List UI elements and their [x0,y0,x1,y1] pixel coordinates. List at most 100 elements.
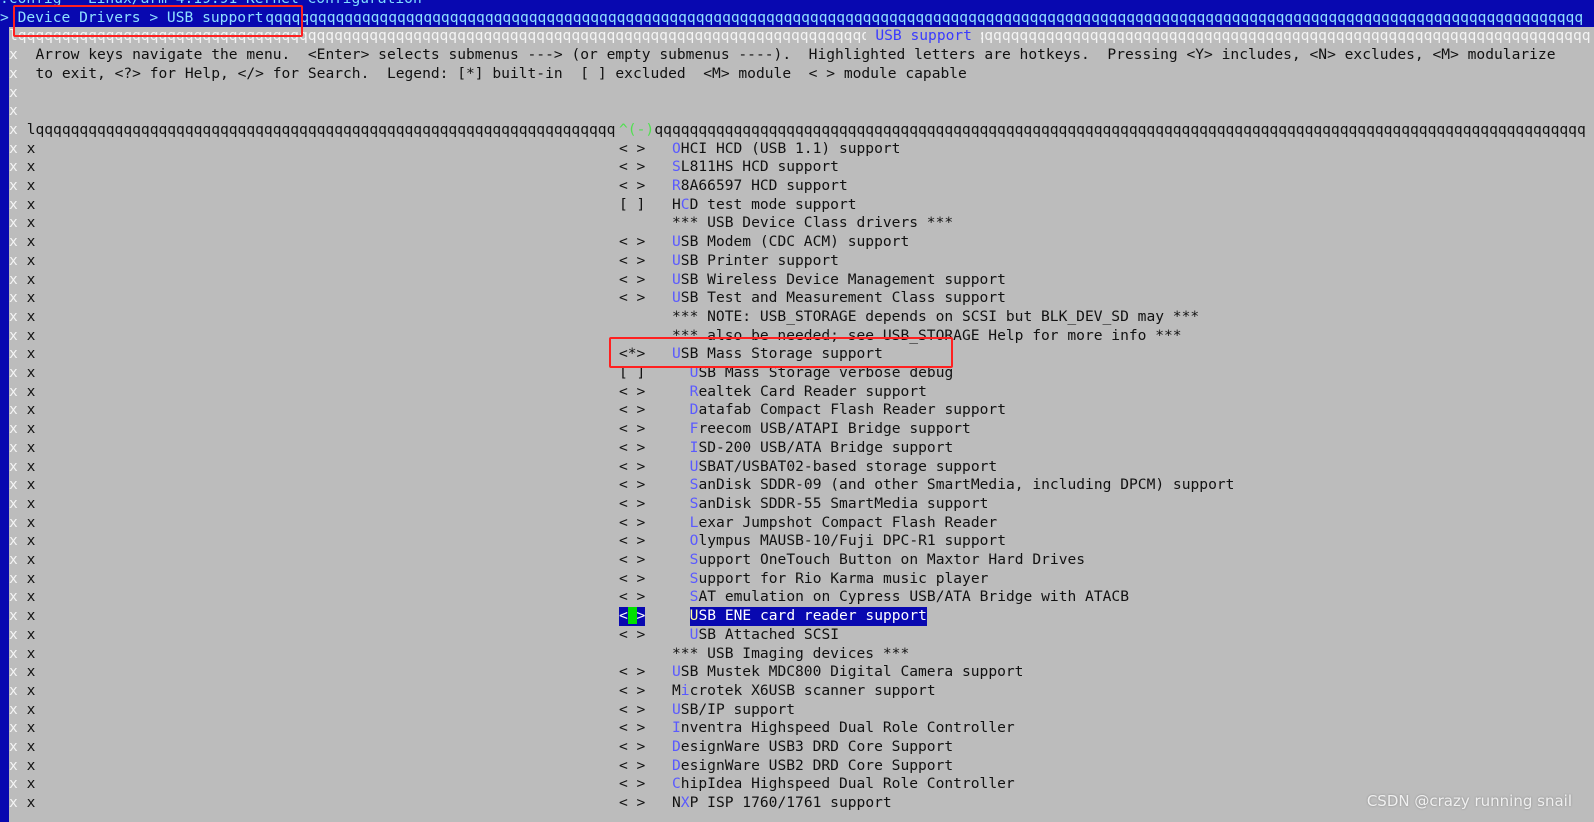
menu-item[interactable]: x x < > Lexar Jumpshot Compact Flash Reader [0,514,1594,533]
menu-item[interactable]: x x < > Support OneTouch Button on Maxtor H… [0,551,1594,570]
menu-item[interactable]: x x < > R8A66597 HCD support [0,177,1594,196]
item-label[interactable]: USB Mass Storage verbose debug [690,364,954,383]
item-label[interactable]: SAT emulation on Cypress USB/ATA Bridge … [690,588,1129,607]
menu-item[interactable]: x x < > USB Attached SCSI [0,626,1594,645]
item-label[interactable]: Inventra Highspeed Dual Role Controller [672,719,1015,738]
menu-item[interactable]: x x < > USB Printer support [0,252,1594,271]
item-label[interactable]: Microtek X6USB scanner support [672,682,936,701]
item-prompt[interactable]: < > [619,757,645,776]
item-prompt[interactable]: < > [619,701,645,720]
menu-item[interactable]: x x < > OHCI HCD (USB 1.1) support [0,140,1594,159]
item-prompt[interactable]: <*> [619,345,645,364]
item-label[interactable]: Support OneTouch Button on Maxtor Hard D… [690,551,1085,570]
menu-item[interactable]: x x < > Datafab Compact Flash Reader suppor… [0,401,1594,420]
menu-item[interactable]: x x <*> USB Mass Storage support [0,345,1594,364]
item-label[interactable]: *** NOTE: USB_STORAGE depends on SCSI bu… [672,308,1199,327]
item-prompt[interactable]: < > [619,289,645,308]
item-prompt[interactable]: < > [619,532,645,551]
item-label[interactable]: SanDisk SDDR-09 (and other SmartMedia, i… [690,476,1235,495]
menu-item[interactable]: xx < >< > USB ENE card reader support [0,607,1594,626]
item-label[interactable]: *** also be needed; see USB_STORAGE Help… [672,327,1182,346]
item-label[interactable]: R8A66597 HCD support [672,177,848,196]
item-prompt[interactable]: < > [619,495,645,514]
item-prompt[interactable]: < > [619,570,645,589]
menu-item[interactable]: x x < > ISD-200 USB/ATA Bridge support [0,439,1594,458]
item-prompt[interactable]: < > [619,140,645,159]
item-label[interactable]: HCD test mode support [672,196,857,215]
item-prompt[interactable]: < > [619,588,645,607]
menu-item[interactable]: x x < > Inventra Highspeed Dual Role Contro… [0,719,1594,738]
item-prompt[interactable]: < > [619,271,645,290]
item-prompt[interactable]: < > [619,719,645,738]
item-label[interactable]: ChipIdea Highspeed Dual Role Controller [672,775,1015,794]
item-prompt[interactable]: < > [619,476,645,495]
item-label[interactable]: Olympus MAUSB-10/Fuji DPC-R1 support [690,532,1006,551]
item-prompt[interactable]: [ ] [619,196,645,215]
item-label[interactable]: Datafab Compact Flash Reader support [690,401,1006,420]
menu-item[interactable]: x x < > Olympus MAUSB-10/Fuji DPC-R1 suppor… [0,532,1594,551]
item-label[interactable]: SanDisk SDDR-55 SmartMedia support [690,495,989,514]
menu-item[interactable]: x x < > USB Mustek MDC800 Digital Camera su… [0,663,1594,682]
item-label[interactable]: NXP ISP 1760/1761 support [672,794,892,813]
menu-item[interactable]: x x < > USBAT/USBAT02-based storage support [0,458,1594,477]
menu-item[interactable]: x x < > DesignWare USB3 DRD Core Support [0,738,1594,757]
item-prompt[interactable]: < > [619,682,645,701]
item-label[interactable]: OHCI HCD (USB 1.1) support [672,140,900,159]
item-prompt[interactable]: < > [619,383,645,402]
item-label[interactable]: USB Modem (CDC ACM) support [672,233,909,252]
menu-item[interactable]: x x < > USB Wireless Device Management supp… [0,271,1594,290]
menu-item[interactable]: x x < > NXP ISP 1760/1761 support [0,794,1594,813]
item-label[interactable]: Realtek Card Reader support [690,383,927,402]
item-label[interactable]: *** USB Device Class drivers *** [672,214,953,233]
item-label[interactable]: USB Mass Storage support [672,345,883,364]
menu-item[interactable]: x x < > SL811HS HCD support [0,158,1594,177]
item-label[interactable]: USB Attached SCSI [690,626,839,645]
item-label[interactable]: Support for Rio Karma music player [690,570,989,589]
menu-item[interactable]: x x < > USB/IP support [0,701,1594,720]
item-label[interactable]: USB Printer support [672,252,839,271]
item-label[interactable]: USB Wireless Device Management support [672,271,1006,290]
item-label[interactable]: USBAT/USBAT02-based storage support [690,458,998,477]
item-label[interactable]: USB ENE card reader support [689,607,927,626]
item-label[interactable]: ISD-200 USB/ATA Bridge support [690,439,954,458]
item-prompt[interactable]: < > [619,626,645,645]
item-label[interactable]: Lexar Jumpshot Compact Flash Reader [690,514,998,533]
menu-item[interactable]: x x < > USB Test and Measurement Class supp… [0,289,1594,308]
menu-item[interactable]: x x < > Microtek X6USB scanner support [0,682,1594,701]
item-prompt[interactable]: < > [619,514,645,533]
menu-item[interactable]: x x < > DesignWare USB2 DRD Core Support [0,757,1594,776]
item-prompt[interactable]: < > [619,233,645,252]
menu-item[interactable]: x x < > USB Modem (CDC ACM) support [0,233,1594,252]
item-label[interactable]: USB Mustek MDC800 Digital Camera support [672,663,1023,682]
item-prompt[interactable]: < > [619,738,645,757]
item-prompt[interactable]: < >< > [618,607,646,626]
menu-item[interactable]: x x < > SanDisk SDDR-55 SmartMedia support [0,495,1594,514]
item-prompt[interactable]: < > [619,158,645,177]
menu-item[interactable]: x x < > Support for Rio Karma music player [0,570,1594,589]
item-prompt[interactable]: < > [619,177,645,196]
item-prompt[interactable]: < > [619,420,645,439]
item-label[interactable]: DesignWare USB2 DRD Core Support [672,757,953,776]
menu-item[interactable]: x x [ ] USB Mass Storage verbose debug [0,364,1594,383]
item-label[interactable]: Freecom USB/ATAPI Bridge support [690,420,971,439]
item-prompt[interactable]: < > [619,794,645,813]
item-prompt[interactable]: < > [619,458,645,477]
item-prompt[interactable]: < > [619,401,645,420]
item-label[interactable]: *** USB Imaging devices *** [672,645,909,664]
menu-item[interactable]: x x < > SanDisk SDDR-09 (and other SmartMed… [0,476,1594,495]
menu-item[interactable]: x x < > SAT emulation on Cypress USB/ATA Br… [0,588,1594,607]
item-prompt[interactable]: [ ] [619,364,645,383]
item-prompt[interactable]: < > [619,551,645,570]
menu-item[interactable]: x x < > Freecom USB/ATAPI Bridge support [0,420,1594,439]
item-prompt[interactable]: < > [619,663,645,682]
item-label[interactable]: USB/IP support [672,701,795,720]
item-prompt[interactable]: < > [619,775,645,794]
menu-item[interactable]: x x [ ] HCD test mode support [0,196,1594,215]
item-prompt[interactable]: < > [619,439,645,458]
menu-item[interactable]: x x < > Realtek Card Reader support [0,383,1594,402]
item-label[interactable]: DesignWare USB3 DRD Core Support [672,738,953,757]
menu-item[interactable]: x x < > ChipIdea Highspeed Dual Role Contro… [0,775,1594,794]
item-prompt[interactable]: < > [619,252,645,271]
item-label[interactable]: USB Test and Measurement Class support [672,289,1006,308]
item-label[interactable]: SL811HS HCD support [672,158,839,177]
